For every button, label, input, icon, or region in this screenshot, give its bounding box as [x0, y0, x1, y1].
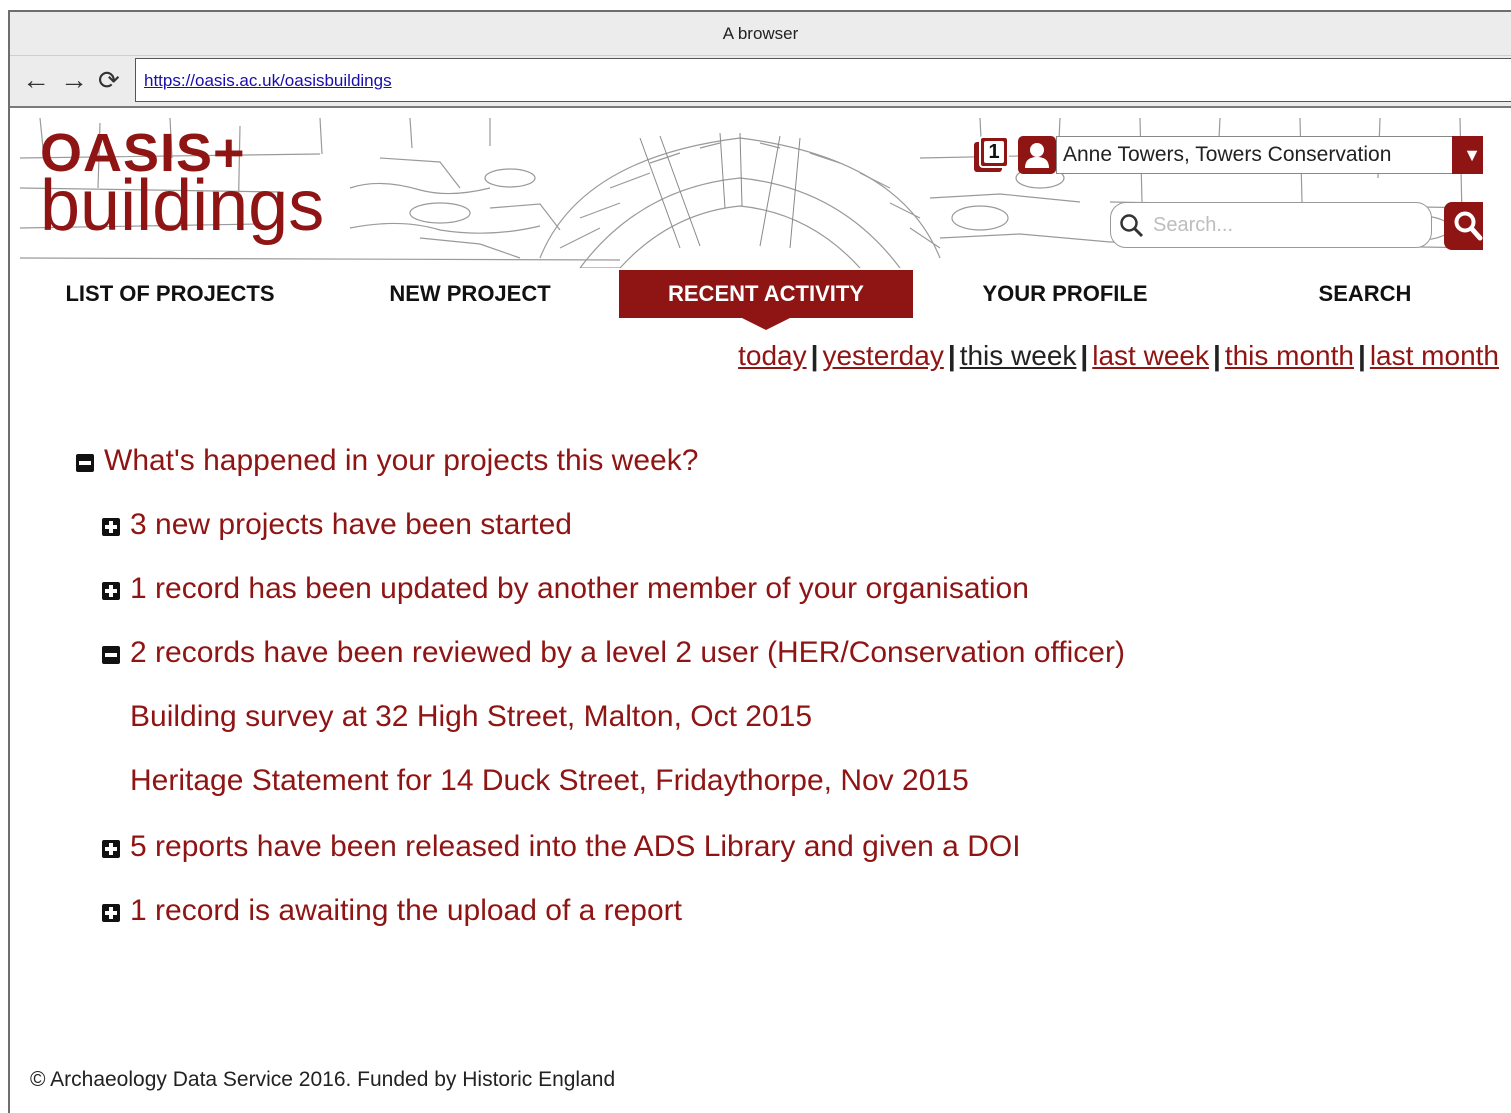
back-arrow-icon[interactable]: ← — [22, 66, 50, 94]
nav-new-project[interactable]: NEW PROJECT — [365, 270, 575, 318]
filter-today[interactable]: today — [738, 340, 807, 371]
main-nav: LIST OF PROJECTS NEW PROJECT RECENT ACTI… — [10, 270, 1511, 330]
logo-buildings-text: buildings — [40, 166, 325, 246]
activity-item: 5 reports have been released into the AD… — [102, 830, 1021, 864]
activity-item: 1 record has been updated by another mem… — [102, 572, 1029, 606]
activity-subitem-label[interactable]: Building survey at 32 High Street, Malto… — [130, 700, 812, 733]
collapse-icon[interactable] — [76, 454, 94, 472]
activity-item: 1 record is awaiting the upload of a rep… — [102, 894, 682, 928]
expand-icon[interactable] — [102, 904, 120, 922]
activity-item-label[interactable]: 1 record is awaiting the upload of a rep… — [130, 894, 682, 927]
filter-separator: | — [947, 340, 956, 371]
user-account-select[interactable]: Anne Towers, Towers Conservation ▼ — [1056, 136, 1483, 174]
activity-item: 3 new projects have been started — [102, 508, 572, 542]
filter-this-week[interactable]: this week — [960, 340, 1077, 371]
activity-item-label[interactable]: 2 records have been reviewed by a level … — [130, 636, 1125, 669]
activity-item-label[interactable]: 3 new projects have been started — [130, 508, 572, 541]
user-name: Anne Towers, Towers Conservation — [1063, 143, 1392, 166]
activity-subitem-label[interactable]: Heritage Statement for 14 Duck Street, F… — [130, 764, 969, 797]
filter-separator: | — [1212, 340, 1221, 371]
forward-arrow-icon[interactable]: → — [60, 66, 88, 94]
search-icon — [1454, 211, 1483, 241]
url-link[interactable]: https://oasis.ac.uk/oasisbuildings — [144, 71, 392, 90]
filter-last-month[interactable]: last month — [1370, 340, 1499, 371]
search-button[interactable] — [1444, 202, 1483, 250]
activity-subitem: Building survey at 32 High Street, Malto… — [130, 700, 812, 734]
nav-search[interactable]: SEARCH — [1300, 270, 1430, 318]
browser-window: A browser ← → ⟳ https://oasis.ac.uk/oasi… — [8, 10, 1511, 1113]
filter-last-week[interactable]: last week — [1092, 340, 1209, 371]
page-content: OASIS+ buildings 1 Anne Towers, Towers C… — [10, 108, 1511, 1113]
expand-icon[interactable] — [102, 518, 120, 536]
nav-your-profile[interactable]: YOUR PROFILE — [965, 270, 1165, 318]
filter-separator: | — [1357, 340, 1366, 371]
activity-heading-row: What's happened in your projects this we… — [76, 444, 698, 478]
nav-list-of-projects[interactable]: LIST OF PROJECTS — [50, 270, 290, 318]
search-box — [1110, 202, 1432, 248]
filter-yesterday[interactable]: yesterday — [822, 340, 943, 371]
address-bar: ← → ⟳ https://oasis.ac.uk/oasisbuildings — [10, 56, 1511, 108]
chevron-down-icon[interactable]: ▼ — [1452, 136, 1483, 174]
oasis-buildings-logo[interactable]: OASIS+ buildings — [40, 126, 324, 242]
time-filter: today | yesterday | this week | last week | this… — [738, 340, 1499, 372]
collapse-icon[interactable] — [102, 646, 120, 664]
notification-count: 1 — [988, 141, 1000, 163]
reload-icon[interactable]: ⟳ — [98, 66, 120, 94]
activity-item-label[interactable]: 1 record has been updated by another mem… — [130, 572, 1029, 605]
activity-subitem: Heritage Statement for 14 Duck Street, F… — [130, 764, 969, 798]
notifications-icon[interactable]: 1 — [972, 136, 1010, 174]
activity-heading[interactable]: What's happened in your projects this we… — [104, 444, 698, 477]
browser-title: A browser — [10, 12, 1511, 56]
filter-separator: | — [810, 340, 819, 371]
nav-recent-activity[interactable]: RECENT ACTIVITY — [619, 270, 913, 330]
activity-item-label[interactable]: 5 reports have been released into the AD… — [130, 830, 1021, 863]
user-icon[interactable] — [1018, 136, 1056, 174]
filter-this-month[interactable]: this month — [1225, 340, 1354, 371]
footer: © Archaeology Data Service 2016. Funded … — [30, 1068, 616, 1091]
expand-icon[interactable] — [102, 582, 120, 600]
header-banner: OASIS+ buildings 1 Anne Towers, Towers C… — [20, 118, 1483, 268]
url-field[interactable]: https://oasis.ac.uk/oasisbuildings — [135, 58, 1511, 102]
activity-item: 2 records have been reviewed by a level … — [102, 636, 1125, 670]
filter-separator: | — [1080, 340, 1089, 371]
expand-icon[interactable] — [102, 840, 120, 858]
search-input[interactable] — [1151, 211, 1421, 239]
